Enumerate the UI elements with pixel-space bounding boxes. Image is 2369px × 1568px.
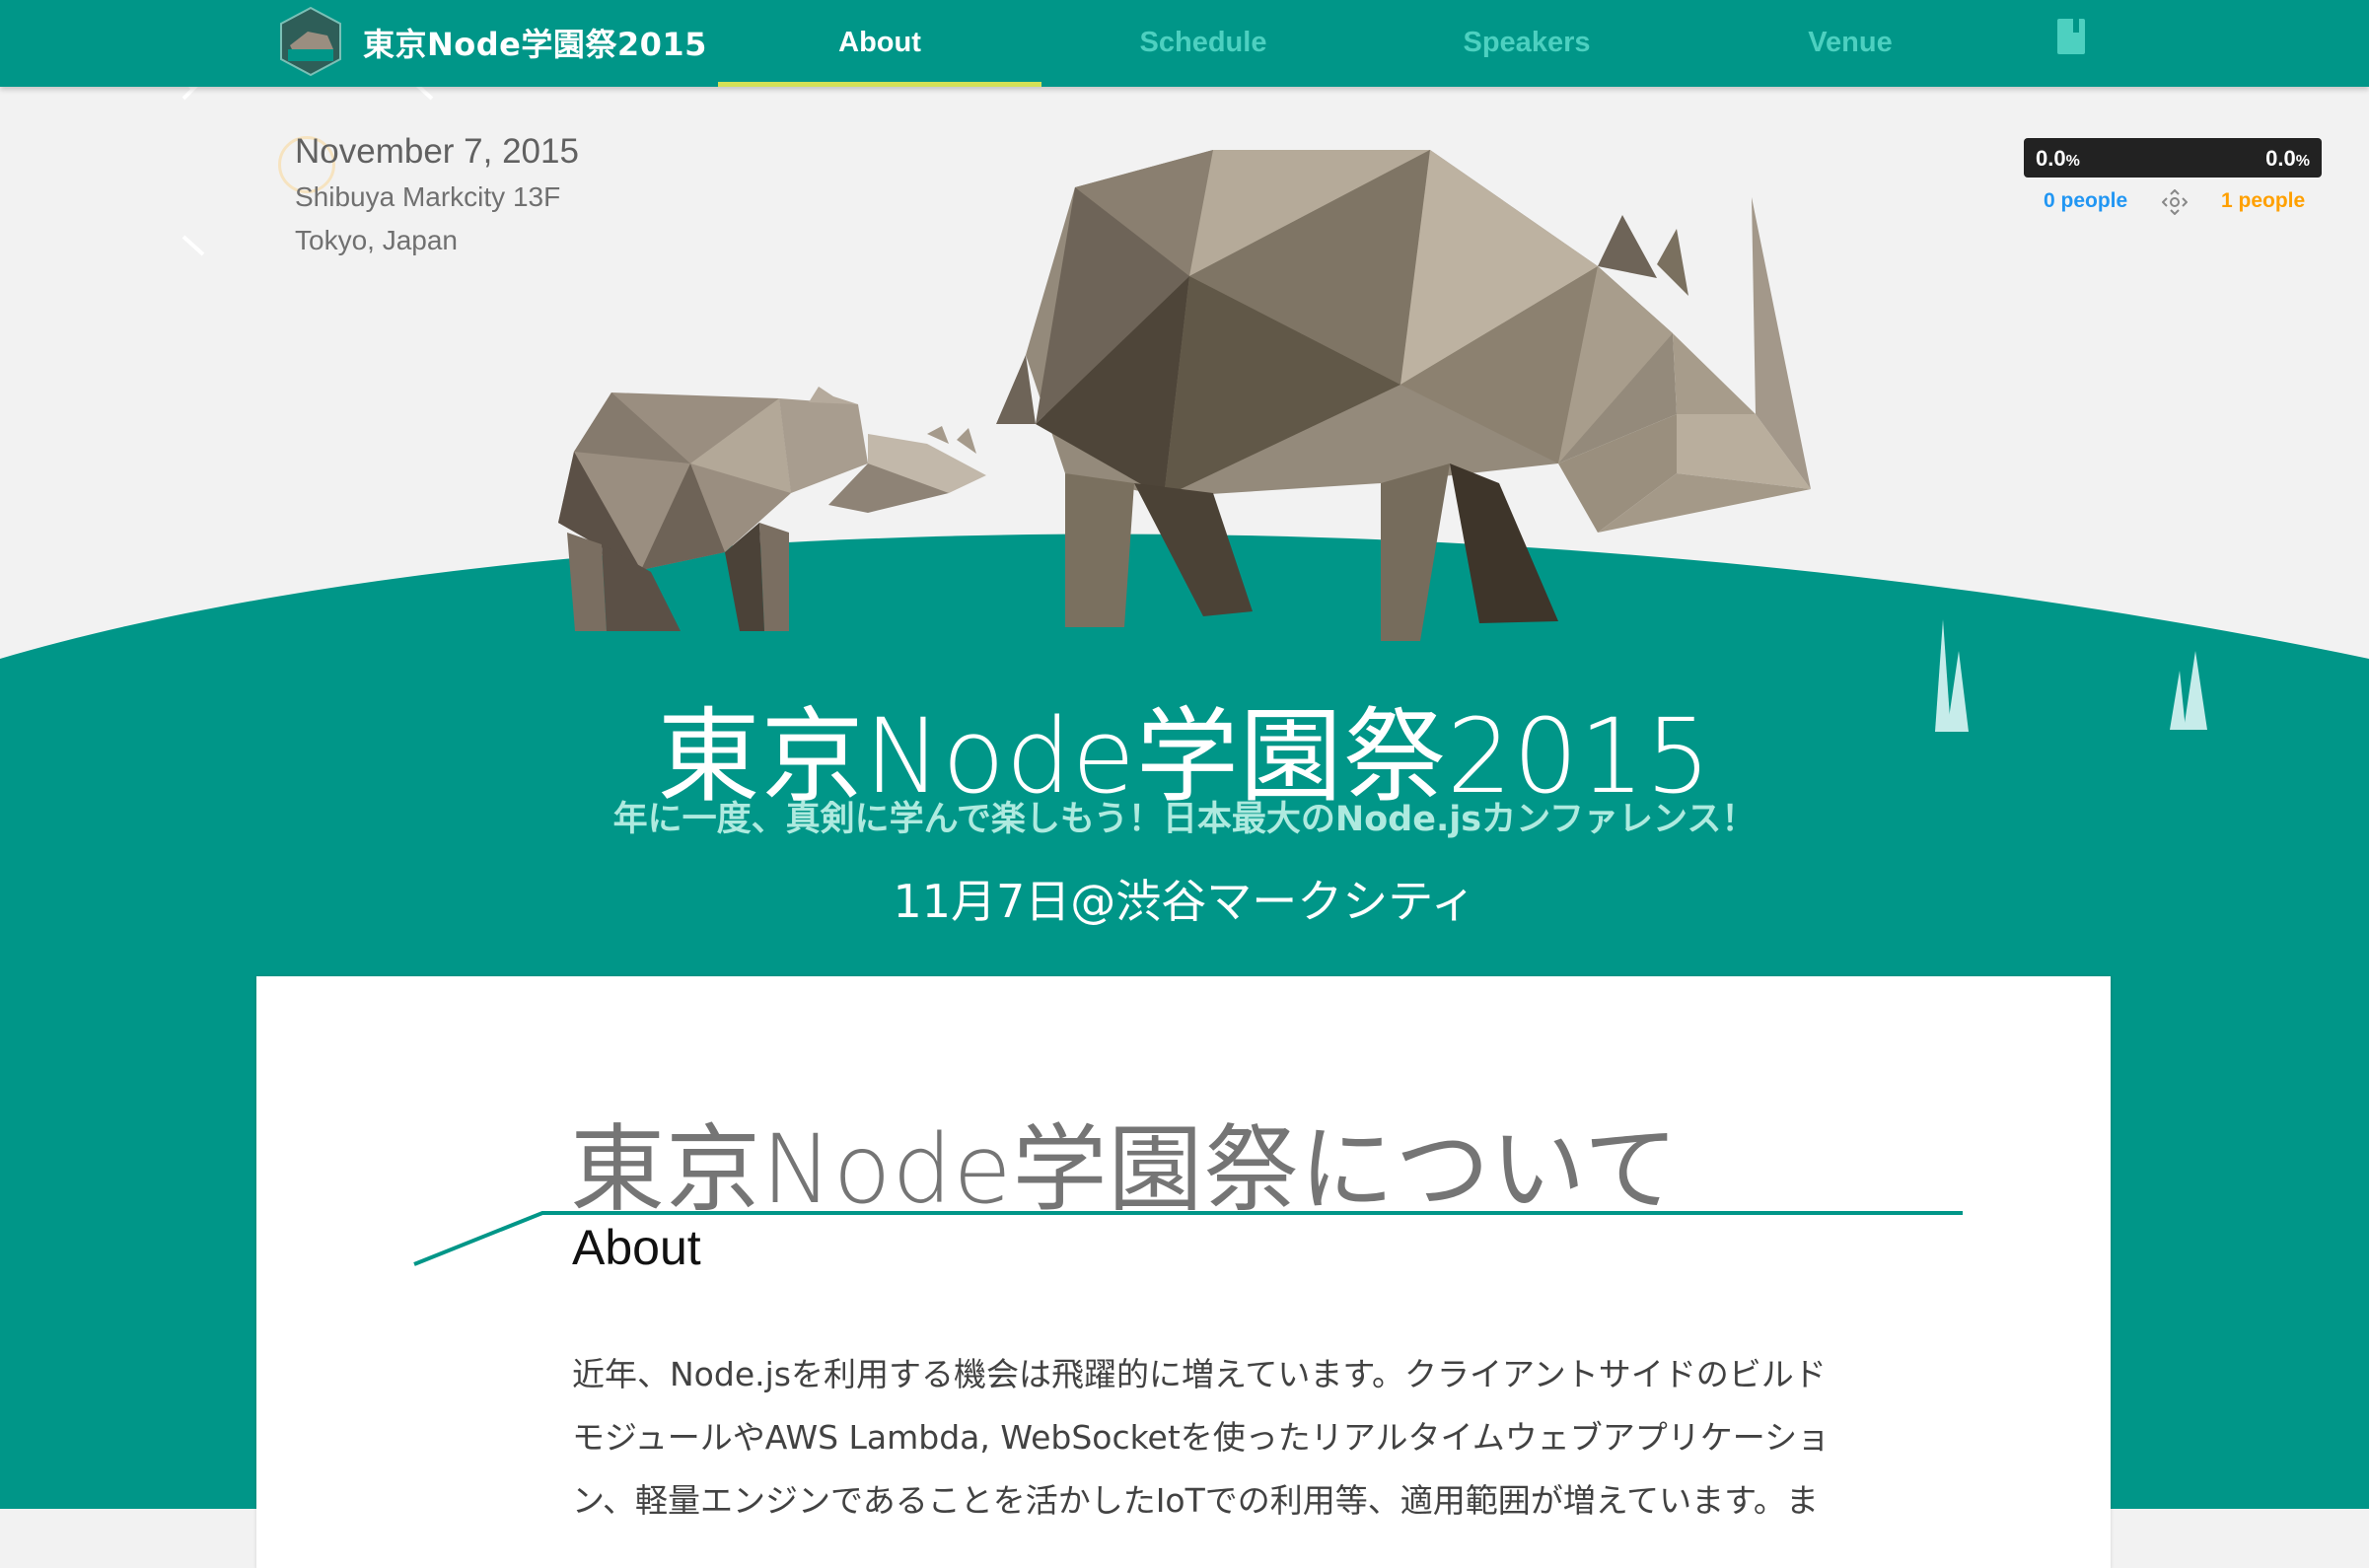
top-navbar: 東京Node学園祭2015 About Schedule Speakers Ve… <box>0 0 2369 87</box>
right-percent: 0.0% <box>2265 146 2310 171</box>
logo-badge-icon[interactable] <box>278 6 343 77</box>
tab-venue[interactable]: Venue <box>1688 0 2012 87</box>
left-percent: 0.0% <box>2036 146 2080 171</box>
hero-tagline: 年に一度、真剣に学んで楽しもう！日本最大のNode.jsカンファレンス！ <box>612 800 1757 839</box>
event-info: November 7, 2015 Shibuya Markcity 13F To… <box>295 132 579 268</box>
tab-about[interactable]: About <box>718 0 1041 87</box>
move-icon[interactable] <box>2162 189 2188 215</box>
hero-date-venue: 11月7日@渋谷マークシティ <box>893 875 1476 928</box>
corner-marker-icon <box>181 235 205 256</box>
event-city: Tokyo, Japan <box>295 225 458 255</box>
tab-speakers[interactable]: Speakers <box>1365 0 1688 87</box>
tab-schedule[interactable]: Schedule <box>1041 0 1365 87</box>
ratio-bar: 0.0% 0.0% <box>2024 138 2322 178</box>
about-text: 近年、Node.jsを利用する機会は飛躍的に増えています。クライアントサイドのビ… <box>572 1343 1831 1532</box>
brand-title[interactable]: 東京Node学園祭2015 <box>363 20 707 65</box>
section-subheading: About <box>572 1220 701 1275</box>
event-venue: Shibuya Markcity 13F <box>295 181 561 212</box>
about-text-line: モジュールやAWS Lambda, WebSocketを使ったリアルタイムウェブ… <box>572 1418 1831 1457</box>
event-date: November 7, 2015 <box>295 132 579 171</box>
about-text-line: ン、軽量エンジンであることを活かしたIoTでの利用等、適用範囲が増えています。ま <box>572 1481 1819 1520</box>
about-text-line: 近年、Node.jsを利用する機会は飛躍的に増えています。クライアントサイドのビ… <box>572 1355 1827 1393</box>
right-people-count: 1 people <box>2221 189 2306 212</box>
left-people-count: 0 people <box>2044 189 2128 212</box>
book-icon[interactable] <box>2055 17 2087 56</box>
